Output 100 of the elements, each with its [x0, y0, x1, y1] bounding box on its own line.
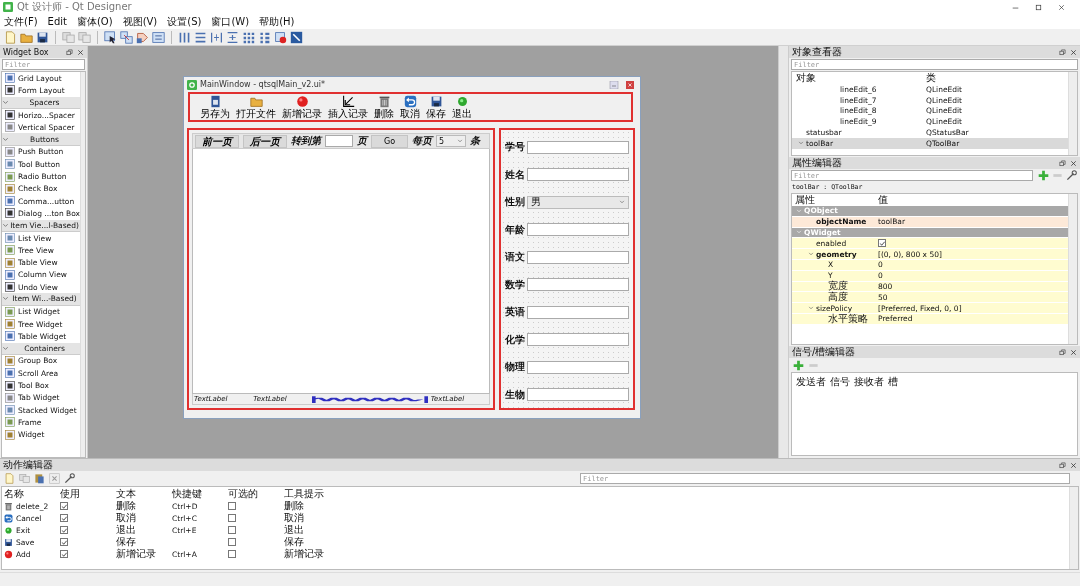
- column-header: 槽: [888, 376, 898, 388]
- widget-icon: [5, 85, 15, 96]
- delete-icon[interactable]: [49, 473, 60, 484]
- break-layout-icon[interactable]: [274, 30, 287, 44]
- widget-icon: [5, 159, 15, 170]
- input-field[interactable]: [527, 333, 629, 347]
- field-label: 年龄: [505, 222, 525, 237]
- field-label: 化学: [505, 332, 525, 347]
- menu-item[interactable]: 窗体(O): [76, 14, 113, 29]
- rows-icon[interactable]: [194, 30, 207, 44]
- dock-title: 对象查看器: [792, 45, 842, 59]
- close-icon[interactable]: [77, 48, 84, 56]
- checkbox[interactable]: [60, 550, 68, 558]
- toolbar-button[interactable]: 退出: [452, 95, 472, 119]
- tab-order-icon[interactable]: [152, 30, 165, 44]
- input-field[interactable]: [527, 305, 629, 319]
- split-icon[interactable]: [226, 30, 239, 44]
- input-field[interactable]: [527, 223, 629, 237]
- toolbar-button[interactable]: 新增记录: [282, 95, 322, 119]
- float-icon[interactable]: [1059, 348, 1066, 356]
- checkbox[interactable]: [228, 550, 236, 558]
- toolbar-button[interactable]: 另存为: [200, 95, 230, 119]
- wrench-icon[interactable]: [64, 473, 75, 484]
- input-field[interactable]: [527, 388, 629, 402]
- split-icon[interactable]: [210, 30, 223, 44]
- input-field[interactable]: [527, 168, 629, 182]
- form-layout-icon[interactable]: [258, 30, 271, 44]
- caret-icon: [2, 221, 9, 229]
- float-icon[interactable]: [1059, 159, 1066, 167]
- caret-icon: [798, 140, 804, 147]
- page-label: 每页: [412, 134, 433, 148]
- circle-icon: [295, 95, 309, 108]
- go-button[interactable]: Go: [371, 134, 409, 148]
- close-icon[interactable]: [1070, 348, 1077, 356]
- column-header: 发送者: [796, 376, 826, 388]
- widget-icon: [5, 355, 15, 366]
- field-label: 姓名: [505, 167, 525, 182]
- column-header: 可选的: [228, 487, 258, 501]
- menu-item[interactable]: 设置(S): [167, 14, 202, 29]
- menu-item[interactable]: Edit: [47, 14, 67, 29]
- input-field[interactable]: [527, 360, 629, 374]
- input-field[interactable]: [527, 140, 629, 154]
- page-input[interactable]: [325, 135, 353, 147]
- toolbar-button[interactable]: 保存: [426, 95, 446, 119]
- wrench-icon[interactable]: [1066, 170, 1077, 181]
- checkbox[interactable]: [60, 526, 68, 534]
- folder-icon: [249, 95, 263, 108]
- circle-icon: [4, 549, 13, 559]
- float-icon[interactable]: [1059, 461, 1066, 469]
- checkbox[interactable]: [60, 514, 68, 522]
- input-field[interactable]: [527, 250, 629, 264]
- widget-icon: [5, 208, 15, 219]
- toolbar-button[interactable]: 打开文件: [236, 95, 276, 119]
- table-cell: 退出: [116, 523, 136, 537]
- menu-item[interactable]: 帮助(H): [259, 14, 295, 29]
- menu-item[interactable]: 文件(F): [4, 14, 38, 29]
- input-field[interactable]: [527, 278, 629, 292]
- caret-icon: [2, 344, 9, 352]
- close-icon[interactable]: [1070, 461, 1077, 469]
- maximize-icon[interactable]: [1034, 2, 1043, 12]
- connection-icon[interactable]: [120, 30, 133, 44]
- menu-item[interactable]: 窗口(W): [211, 14, 250, 29]
- toolbar-button[interactable]: 删除: [374, 95, 394, 119]
- caret-icon: [457, 138, 464, 144]
- paste-icon[interactable]: [34, 473, 45, 484]
- grid-icon[interactable]: [242, 30, 255, 44]
- checkbox[interactable]: [228, 514, 236, 522]
- toolbar-button[interactable]: 取消: [400, 95, 420, 119]
- page-size-combo[interactable]: 5: [436, 135, 467, 147]
- toolbar-button[interactable]: 插入记录: [328, 95, 368, 119]
- checkbox[interactable]: [228, 502, 236, 510]
- close-icon[interactable]: [623, 80, 637, 89]
- dock-title: 信号/槽编辑器: [792, 345, 856, 359]
- add-icon[interactable]: [1038, 170, 1049, 181]
- gender-combo[interactable]: 男: [527, 195, 629, 209]
- checkbox[interactable]: [228, 538, 236, 546]
- menu-item[interactable]: 视图(V): [122, 14, 158, 29]
- checkbox[interactable]: [60, 538, 68, 546]
- checkbox[interactable]: [878, 239, 886, 248]
- caret-icon: [2, 98, 9, 106]
- widget-icon: [5, 405, 15, 416]
- pointer-icon[interactable]: [104, 30, 117, 44]
- floppy-icon[interactable]: [36, 30, 49, 44]
- float-icon[interactable]: [1059, 48, 1066, 56]
- resize-icon[interactable]: [290, 30, 303, 44]
- widget-icon: [5, 122, 15, 133]
- prev-page-button[interactable]: 前一页: [195, 134, 239, 148]
- checkbox[interactable]: [228, 526, 236, 534]
- tag-icon[interactable]: [136, 30, 149, 44]
- field-label: 物理: [505, 360, 525, 375]
- columns-icon[interactable]: [178, 30, 191, 44]
- close-icon[interactable]: [1070, 48, 1077, 56]
- float-icon[interactable]: [66, 48, 73, 56]
- close-icon[interactable]: [1070, 159, 1077, 167]
- add-icon[interactable]: [793, 359, 804, 371]
- next-page-button[interactable]: 后一页: [243, 134, 287, 148]
- widget-icon: [5, 257, 15, 268]
- checkbox[interactable]: [60, 502, 68, 510]
- close-icon[interactable]: [1057, 2, 1066, 12]
- trash-icon: [4, 501, 13, 511]
